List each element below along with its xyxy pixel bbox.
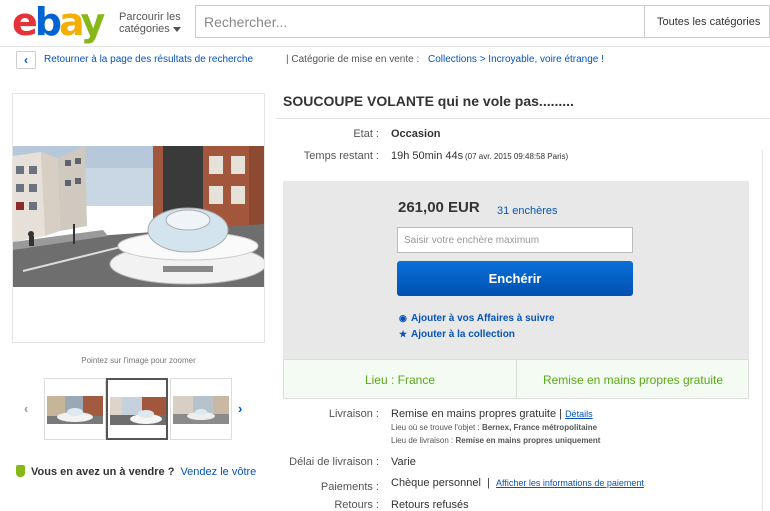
pickup-text: Remise en mains propres gratuite [542, 373, 724, 387]
logo-letter-a: a [58, 0, 84, 44]
delivery-place-value: Remise en mains propres uniquement [455, 436, 601, 445]
thumbnail-3[interactable] [170, 378, 232, 440]
returns-value: Retours refusés [391, 499, 469, 511]
shipping-method: Remise en mains propres gratuite [391, 408, 557, 420]
back-arrow-icon[interactable]: ‹ [16, 51, 36, 69]
location-text: Lieu : France [364, 373, 436, 387]
category-select[interactable]: Toutes les catégories [645, 5, 770, 38]
category-trail-link[interactable]: Collections > Incroyable, voire étrange … [428, 50, 604, 70]
shipping-label: Livraison : [328, 408, 379, 420]
payments-label: Paiements : [320, 481, 379, 493]
right-edge-border [762, 150, 770, 511]
delivery-place-row: Lieu de livraison : Remise en mains prop… [391, 436, 600, 445]
item-location-row: Lieu où se trouve l'objet : Bernex, Fran… [391, 423, 597, 432]
sell-question: Vous en avez un à vendre ? [31, 466, 175, 478]
title-divider [276, 118, 770, 119]
time-left-value: 19h 50min 44s [391, 150, 464, 162]
ebay-logo[interactable]: ebay [12, 0, 105, 44]
condition-label: Etat : [353, 128, 379, 140]
browse-categories-button[interactable]: Parcourir les catégories [119, 11, 181, 35]
delivery-delay-value: Varie [391, 456, 416, 468]
item-title: SOUCOUPE VOLANTE qui ne vole pas........… [283, 93, 574, 109]
place-bid-button[interactable]: Enchérir [397, 261, 633, 296]
item-location-label: Lieu où se trouve l'objet : [391, 423, 480, 432]
payment-info-link[interactable]: Afficher les informations de paiement [496, 478, 644, 488]
zoom-hint: Pointez sur l'image pour zoomer [81, 356, 196, 365]
logo-letter-e: e [12, 0, 38, 44]
add-to-collection-link[interactable]: ★ Ajouter à la collection [399, 329, 515, 340]
thumb-next-arrow-icon[interactable]: › [238, 401, 242, 416]
search-input[interactable] [195, 5, 645, 38]
main-item-photo[interactable] [13, 146, 264, 287]
thumbnail-1[interactable] [44, 378, 106, 440]
shipping-details-link[interactable]: Détails [565, 409, 593, 419]
bids-count-link[interactable]: 31 enchères [497, 205, 558, 217]
collection-label: Ajouter à la collection [411, 329, 515, 340]
browse-label-line2: catégories [119, 23, 170, 35]
back-to-results-link[interactable]: Retourner à la page des résultats de rec… [44, 50, 253, 70]
payment-method: Chèque personnel [391, 477, 481, 489]
add-to-watchlist-link[interactable]: ◉ Ajouter à vos Affaires à suivre [399, 313, 555, 324]
returns-label: Retours : [334, 499, 379, 511]
price-tag-icon [16, 465, 25, 477]
thumb-prev-arrow-icon[interactable]: ‹ [24, 401, 28, 416]
header: ebay Parcourir les catégories Toutes les… [0, 0, 770, 47]
caret-down-icon [172, 26, 181, 32]
time-left-label: Temps restant : [303, 150, 379, 162]
current-price: 261,00 EUR [398, 199, 480, 216]
delivery-delay-label: Délai de livraison : [289, 456, 379, 468]
logo-letter-b: b [34, 0, 62, 44]
sell-yours-row: Vous en avez un à vendre ? Vendez le vôtr… [16, 465, 256, 478]
logo-letter-y: y [80, 0, 105, 44]
max-bid-input[interactable] [397, 227, 633, 253]
payments-sep: | [487, 477, 490, 489]
payments-value: Chèque personnel | Afficher les informat… [391, 477, 644, 489]
bid-panel: 261,00 EUR 31 enchères Enchérir ◉ Ajouter… [283, 181, 749, 359]
sell-yours-link[interactable]: Vendez le vôtre [180, 466, 256, 478]
delivery-place-label: Lieu de livraison : [391, 436, 454, 445]
browse-label-line1: Parcourir les [119, 11, 181, 23]
eye-icon: ◉ [399, 313, 407, 323]
location-row: Lieu : France Remise en mains propres gr… [283, 359, 749, 399]
main-image-box[interactable] [12, 93, 265, 343]
shipping-sep: | [559, 408, 562, 420]
category-label: | Catégorie de mise en vente : [286, 54, 420, 65]
shipping-value: Remise en mains propres gratuite | Détai… [391, 408, 593, 420]
item-location-value: Bernex, France métropolitaine [481, 423, 598, 432]
watchlist-label: Ajouter à vos Affaires à suivre [411, 313, 555, 324]
condition-value: Occasion [391, 128, 441, 140]
star-icon: ★ [399, 329, 408, 339]
thumbnail-2[interactable] [106, 378, 168, 440]
time-end-detail: (07 avr. 2015 09:48:58 Paris) [465, 152, 569, 161]
